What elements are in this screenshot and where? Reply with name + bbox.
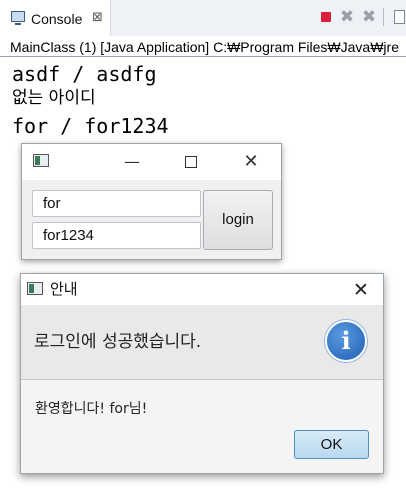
tab-console[interactable]: Console ⊠ <box>0 0 111 36</box>
info-dialog-titlebar[interactable]: 안내 ✕ <box>21 274 383 305</box>
maximize-button[interactable] <box>176 150 206 174</box>
login-window-titlebar[interactable]: — ✕ <box>22 144 281 180</box>
close-tab-icon[interactable]: ⊠ <box>92 10 103 26</box>
close-button[interactable]: ✕ <box>236 150 266 174</box>
tab-console-label: Console <box>31 11 83 27</box>
maximize-icon <box>185 156 197 168</box>
console-tab-bar: Console ⊠ ✖ ✖ <box>0 0 406 36</box>
terminate-icon[interactable] <box>318 9 334 25</box>
pin-console-icon[interactable] <box>392 9 406 25</box>
console-output-line: for / for1234 <box>12 114 169 138</box>
console-output-line: asdf / asdfg <box>12 62 157 86</box>
ok-button[interactable]: OK <box>294 430 369 459</box>
info-dialog-header: 로그인에 성공했습니다. i <box>21 305 383 380</box>
id-input[interactable]: for <box>32 190 201 217</box>
close-button[interactable]: ✕ <box>349 278 373 302</box>
login-window: — ✕ for for1234 login <box>21 143 282 260</box>
information-icon: i <box>325 320 367 362</box>
login-button[interactable]: login <box>203 190 273 250</box>
java-app-icon <box>27 282 43 295</box>
minimize-button[interactable]: — <box>117 150 147 174</box>
remove-launch-icon[interactable]: ✖ <box>339 9 355 26</box>
info-dialog-title: 안내 <box>50 280 78 298</box>
content-message: 환영합니다! for님! <box>35 401 148 417</box>
java-app-icon <box>33 154 49 167</box>
remove-all-terminated-icon[interactable]: ✖ <box>361 9 377 26</box>
console-output-line: 없는 아이디 <box>12 88 96 108</box>
info-dialog: 안내 ✕ 로그인에 성공했습니다. i 환영합니다! for님! OK <box>20 273 384 474</box>
header-message: 로그인에 성공했습니다. <box>34 332 202 352</box>
launch-description: MainClass (1) [Java Application] C:₩Prog… <box>0 38 406 57</box>
console-icon <box>11 11 25 25</box>
toolbar-divider <box>383 8 384 26</box>
password-input[interactable]: for1234 <box>32 222 201 249</box>
